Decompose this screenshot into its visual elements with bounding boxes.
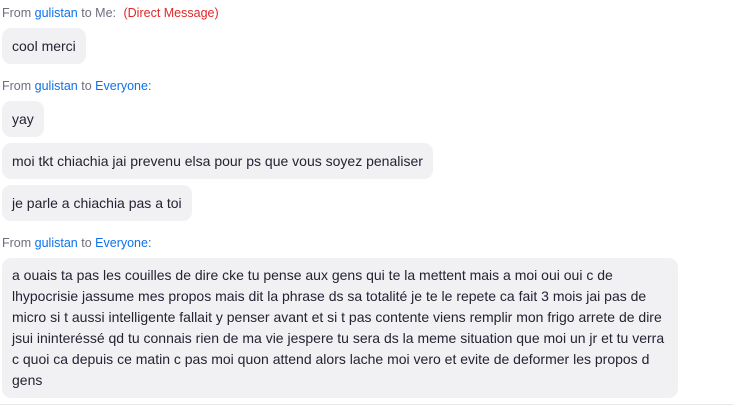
message-header: From gulistan to Everyone:: [2, 79, 151, 93]
message-bubble[interactable]: a ouais ta pas les couilles de dire cke …: [2, 258, 678, 398]
message-text: je parle a chiachia pas a toi: [12, 195, 182, 211]
to-label: to: [81, 236, 92, 250]
direct-message-tag: (Direct Message): [123, 6, 219, 20]
message-text: yay: [12, 111, 34, 127]
message-header: From gulistan to Everyone:: [2, 236, 151, 250]
to-label: to: [81, 79, 92, 93]
message-header: From gulistan to Me: (Direct Message): [2, 6, 219, 20]
to-label: to: [81, 6, 92, 20]
chat-panel: From gulistan to Me: (Direct Message) co…: [0, 0, 734, 407]
sender-name[interactable]: gulistan: [35, 236, 78, 250]
message-text: cool merci: [12, 38, 76, 54]
message-bubble[interactable]: moi tkt chiachia jai prevenu elsa pour p…: [2, 143, 433, 179]
message-bubble[interactable]: yay: [2, 101, 44, 137]
message-bubble[interactable]: je parle a chiachia pas a toi: [2, 185, 192, 221]
message-text: moi tkt chiachia jai prevenu elsa pour p…: [12, 153, 423, 169]
recipient-label: Me:: [95, 6, 116, 20]
sender-name[interactable]: gulistan: [35, 6, 78, 20]
message-text: a ouais ta pas les couilles de dire cke …: [12, 267, 665, 388]
divider: [0, 404, 734, 405]
from-label: From: [2, 236, 32, 250]
recipient-label: Everyone:: [95, 236, 152, 250]
sender-name[interactable]: gulistan: [35, 79, 78, 93]
from-label: From: [2, 79, 32, 93]
message-bubble[interactable]: cool merci: [2, 28, 86, 64]
from-label: From: [2, 6, 32, 20]
recipient-label: Everyone:: [95, 79, 152, 93]
